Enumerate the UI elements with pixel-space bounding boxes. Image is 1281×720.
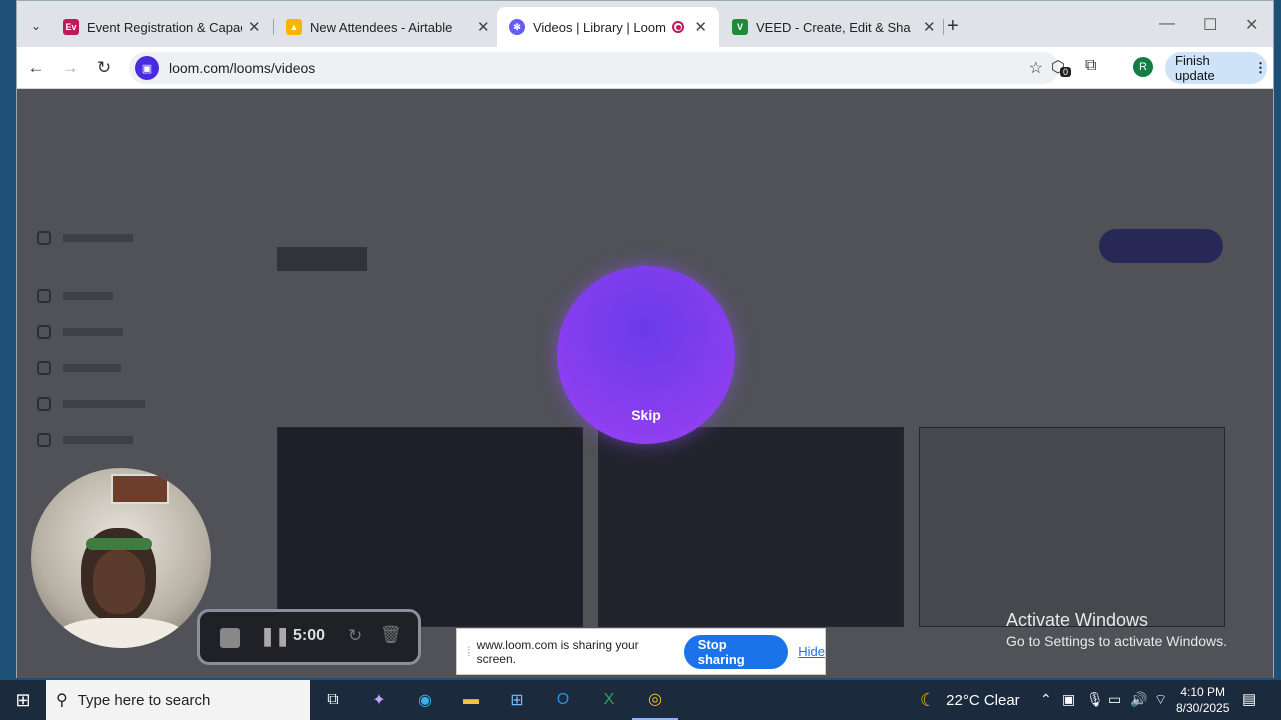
forward-icon[interactable]: → (57, 55, 83, 81)
tab-search-icon[interactable]: ⌄ (25, 15, 47, 37)
loom-icon: ✻ (509, 19, 525, 35)
chevron-up-icon[interactable]: ⌃ (1040, 691, 1052, 708)
search-icon: ⚲ (56, 692, 68, 709)
activate-windows-watermark: Activate Windows Go to Settings to activ… (1006, 610, 1227, 649)
back-icon[interactable]: ← (23, 55, 49, 81)
drag-handle-icon[interactable]: ⁞ (467, 644, 471, 659)
trash-icon[interactable]: 🗑 (380, 625, 402, 645)
stop-recording-icon[interactable] (220, 628, 240, 648)
airtable-icon: ▲ (286, 19, 302, 35)
minimize-icon[interactable]: — (1159, 15, 1175, 33)
hide-link[interactable]: Hide (798, 644, 825, 659)
taskbar: ⊞ ⚲ Type here to search ⧉ ✦ ◉ ▬ ⊞ O X ◎ … (0, 680, 1281, 720)
recording-timer: 5:00 (293, 627, 326, 644)
countdown-circle[interactable]: Skip (557, 266, 735, 444)
edge-icon[interactable]: ◉ (402, 680, 448, 720)
excel-icon[interactable]: X (586, 680, 632, 720)
avatar[interactable]: R (1133, 57, 1153, 77)
tab-loom-videos[interactable]: ✻ Videos | Library | Loom ✕ (497, 7, 719, 47)
sharing-message: www.loom.com is sharing your screen. (476, 637, 639, 666)
file-explorer-icon[interactable]: ▬ (448, 680, 494, 720)
close-icon[interactable]: ✕ (923, 18, 936, 36)
outlook-icon[interactable]: O (540, 680, 586, 720)
recording-controls: ❚❚ 5:00 ↻ 🗑 (197, 609, 421, 665)
weather-widget[interactable]: ☾ 22°C Clear (920, 680, 1020, 720)
store-icon[interactable]: ⊞ (494, 680, 540, 720)
volume-icon[interactable]: 🔊 (1130, 691, 1147, 708)
clock[interactable]: 4:10 PM 8/30/2025 (1176, 684, 1229, 716)
browser-toolbar: ← → ↻ ▣ loom.com/looms/videos ☆ ⬡ 0 ⧉ R … (17, 47, 1273, 89)
tab-event-registration[interactable]: Ev Event Registration & Capacity M ✕ (51, 10, 273, 44)
tab-veed[interactable]: V VEED - Create, Edit & Share Vid ✕ (720, 10, 948, 44)
chrome-icon[interactable]: ◎ (632, 680, 678, 720)
close-window-icon[interactable]: ✕ (1245, 15, 1258, 35)
task-view-icon[interactable]: ⧉ (310, 680, 356, 720)
battery-icon[interactable]: ▭ (1108, 691, 1121, 708)
screen-sharing-bar: ⁞ www.loom.com is sharing your screen. S… (456, 628, 826, 675)
address-bar[interactable]: ▣ loom.com/looms/videos ☆ (129, 52, 1059, 84)
microphone-icon[interactable]: 🎙 (1086, 691, 1104, 708)
url-text: loom.com/looms/videos (169, 60, 316, 76)
taskbar-search[interactable]: ⚲ Type here to search (46, 680, 310, 720)
search-placeholder: Type here to search (77, 691, 211, 709)
site-info-icon[interactable]: ▣ (135, 56, 159, 80)
reload-icon[interactable]: ↻ (91, 55, 117, 81)
tab-title: Videos | Library | Loom (532, 19, 666, 35)
windows-start-icon[interactable]: ⊞ (0, 680, 46, 720)
wall-frame (111, 474, 169, 504)
loom-page: Skip (17, 89, 1273, 678)
webcam-bubble[interactable] (31, 468, 211, 648)
notification-icon[interactable]: ▤ (1242, 690, 1256, 708)
close-icon[interactable]: ✕ (694, 18, 707, 36)
veed-icon: V (732, 19, 748, 35)
finish-update-label: Finish update (1175, 53, 1215, 83)
restart-icon[interactable]: ↻ (348, 626, 362, 646)
stop-sharing-button[interactable]: Stop sharing (683, 634, 789, 669)
tab-airtable[interactable]: ▲ New Attendees - Airtable ✕ (274, 10, 502, 44)
network-icon[interactable]: ⌔ (1154, 691, 1167, 709)
extension-badge: 0 (1060, 67, 1072, 77)
weather-text: 22°C Clear (946, 691, 1020, 709)
copilot-icon[interactable]: ✦ (356, 680, 402, 720)
tab-title: VEED - Create, Edit & Share Vid (756, 19, 911, 35)
new-tab-icon[interactable]: + (947, 15, 959, 38)
skip-button[interactable]: Skip (557, 407, 735, 423)
close-icon[interactable]: ✕ (248, 18, 261, 36)
close-icon[interactable]: ✕ (477, 18, 490, 36)
camera-icon[interactable]: ▣ (1062, 691, 1075, 708)
recording-indicator-icon (672, 21, 685, 33)
tab-title: Event Registration & Capacity M (87, 19, 242, 35)
puzzle-icon[interactable]: ⧉ (1085, 57, 1096, 75)
ev-icon: Ev (63, 19, 79, 35)
moon-icon: ☾ (920, 689, 937, 710)
maximize-icon[interactable]: ☐ (1203, 15, 1217, 35)
bookmark-star-icon[interactable]: ☆ (1029, 58, 1043, 78)
pause-icon[interactable]: ❚❚ (260, 626, 290, 647)
tab-title: New Attendees - Airtable (310, 19, 453, 35)
finish-update-button[interactable]: Finish update ⋮ (1165, 52, 1267, 84)
tab-strip: ⌄ Ev Event Registration & Capacity M ✕ ▲… (17, 1, 1273, 51)
menu-dots-icon: ⋮ (1254, 60, 1267, 75)
